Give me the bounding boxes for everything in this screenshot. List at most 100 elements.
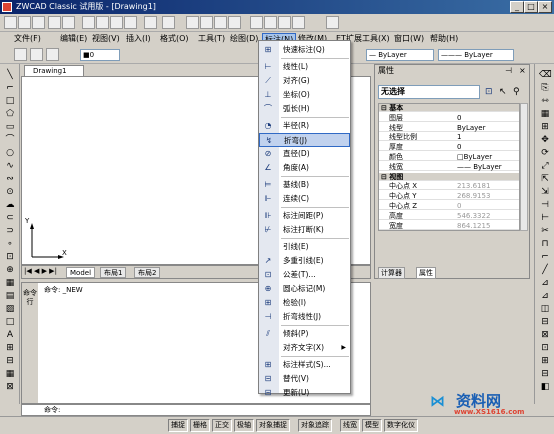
menu-item-26[interactable]: 对齐文字(X) ▶ [259,341,350,355]
help-icon[interactable] [326,16,339,29]
property-row[interactable]: 线宽 —— ByLayer [379,163,519,171]
property-row[interactable]: 高度 546.3322 [379,212,519,220]
menu-item-13[interactable]: ⊩ 连续(C) [259,192,350,206]
draw-tool-7-icon[interactable]: ∿ [4,161,16,172]
draw-tool-2-icon[interactable]: □ [4,96,16,107]
draw-tool-9-icon[interactable]: ⊙ [4,187,16,198]
command-input[interactable]: 命令: [21,404,371,416]
close-button[interactable]: × [538,1,552,13]
menu-item-2[interactable]: ⊢ 线性(L) [259,60,350,74]
zoom-realtime-icon[interactable] [200,16,213,29]
linetype-combo[interactable]: — ByLayer [366,49,434,61]
property-row[interactable]: 中心点 Z 0 [379,202,519,210]
redo-icon[interactable] [162,16,175,29]
menu-item-28[interactable]: ⊞ 标注样式(S)... [259,358,350,372]
status-toggle-5[interactable]: 对象追踪 [298,419,332,432]
menu-3[interactable]: 插入(I) [124,33,153,45]
menu-item-15[interactable]: ⊪ 标注间距(P) [259,209,350,223]
save-icon[interactable] [32,16,45,29]
design-center-icon[interactable] [264,16,277,29]
draw-tool-21-icon[interactable]: ⊞ [4,343,16,354]
status-toggle-7[interactable]: 模型 [362,419,382,432]
draw-tool-14-icon[interactable]: ⊡ [4,252,16,263]
menu-item-18[interactable]: 引线(E) [259,240,350,254]
minimize-button[interactable]: _ [510,1,524,13]
property-row[interactable]: 线型比例 1 [379,133,519,142]
draw-tool-4-icon[interactable]: ▭ [4,122,16,133]
open-icon[interactable] [18,16,31,29]
layer-combo[interactable]: ■0 [80,49,120,61]
modify-tool-11-icon[interactable]: ⊢ [539,213,551,224]
layer-manager-icon[interactable] [14,48,27,61]
modify-tool-0-icon[interactable]: ⌫ [539,70,552,81]
draw-tool-5-icon[interactable]: ⌒ [4,135,16,146]
panel-tab-0[interactable]: 计算器 [378,267,405,279]
draw-tool-17-icon[interactable]: ▤ [4,291,16,302]
property-row[interactable]: 中心点 Y 268.9153 [379,192,519,201]
zoom-window-icon[interactable] [214,16,227,29]
draw-tool-24-icon[interactable]: ⊠ [4,382,16,393]
modify-tool-4-icon[interactable]: ⊞ [539,122,551,133]
new-icon[interactable] [4,16,17,29]
maximize-button[interactable]: □ [524,1,538,13]
draw-tool-3-icon[interactable]: ⬠ [4,109,16,120]
status-toggle-6[interactable]: 线宽 [340,419,360,432]
menu-item-3[interactable]: ⟋ 对齐(G) [259,74,350,88]
pan-icon[interactable] [186,16,199,29]
calc-icon[interactable] [292,16,305,29]
tool-palette-icon[interactable] [278,16,291,29]
modify-tool-12-icon[interactable]: ✂ [539,226,551,237]
menu-item-7[interactable]: ◔ 半径(R) [259,119,350,133]
status-toggle-3[interactable]: 极轴 [234,419,254,432]
undo-icon[interactable] [144,16,157,29]
menu-item-0[interactable]: ⊞ 快速标注(Q) [259,43,350,57]
draw-tool-15-icon[interactable]: ⊕ [4,265,16,276]
modify-tool-22-icon[interactable]: ⊞ [539,356,551,367]
status-toggle-0[interactable]: 捕捉 [168,419,188,432]
menu-item-25[interactable]: ⫽ 倾斜(P) [259,327,350,341]
draw-tool-20-icon[interactable]: A [4,330,16,341]
menu-item-12[interactable]: ⊨ 基线(B) [259,178,350,192]
layer-state-icon[interactable] [30,48,43,61]
draw-tool-22-icon[interactable]: ⊟ [4,356,16,367]
menu-item-4[interactable]: ⊥ 坐标(O) [259,88,350,102]
draw-tool-19-icon[interactable]: □ [4,317,16,328]
tab-nav-arrows[interactable]: |◀ ◀ ▶ ▶| [24,267,57,275]
modify-tool-10-icon[interactable]: ⊣ [539,200,551,211]
draw-tool-13-icon[interactable]: ∘ [4,239,16,250]
panel-tab-1[interactable]: 属性 [416,267,436,279]
quick-select-icon[interactable]: ⚲ [513,87,520,97]
menu-item-19[interactable]: ↗ 多重引线(E) [259,254,350,268]
property-row[interactable]: 中心点 X 213.6181 [379,182,519,191]
menu-5[interactable]: 工具(T) [196,33,227,45]
match-icon[interactable] [124,16,137,29]
modify-tool-7-icon[interactable]: ⤢ [539,161,551,172]
menu-10[interactable]: 窗口(W) [392,33,426,45]
modify-tool-21-icon[interactable]: ⊡ [539,343,551,354]
menu-item-22[interactable]: ⊞ 检验(I) [259,296,350,310]
modify-tool-18-icon[interactable]: ◫ [539,304,551,315]
menu-2[interactable]: 视图(V) [90,33,122,45]
status-toggle-2[interactable]: 正交 [212,419,232,432]
preview-icon[interactable] [62,16,75,29]
menu-item-23[interactable]: ⊣ 折弯线性(J) [259,310,350,324]
property-row[interactable]: 厚度 0 [379,143,519,152]
select-objects-icon[interactable]: ↖ [499,87,507,97]
menu-item-10[interactable]: ∠ 角度(A) [259,161,350,175]
layout-tab-2[interactable]: 布局2 [134,267,161,278]
menu-11[interactable]: 帮助(H) [428,33,460,45]
modify-tool-20-icon[interactable]: ⊠ [539,330,551,341]
menu-4[interactable]: 格式(O) [158,33,191,45]
menu-item-30[interactable]: ⊟ 更新(U) [259,386,350,400]
lineweight-combo[interactable]: ——— ByLayer [438,49,514,61]
draw-tool-16-icon[interactable]: ▦ [4,278,16,289]
menu-item-16[interactable]: ⊬ 标注打断(K) [259,223,350,237]
menu-item-21[interactable]: ⊕ 圆心标记(M) [259,282,350,296]
layout-tab-1[interactable]: 布局1 [100,267,127,278]
paste-icon[interactable] [110,16,123,29]
property-row[interactable]: 宽度 864.1215 [379,222,519,230]
menu-0[interactable]: 文件(F) [12,33,43,45]
modify-tool-14-icon[interactable]: ⌐ [539,252,551,263]
property-row[interactable]: 颜色 □ByLayer [379,153,519,161]
modify-tool-2-icon[interactable]: ⇿ [539,96,551,107]
